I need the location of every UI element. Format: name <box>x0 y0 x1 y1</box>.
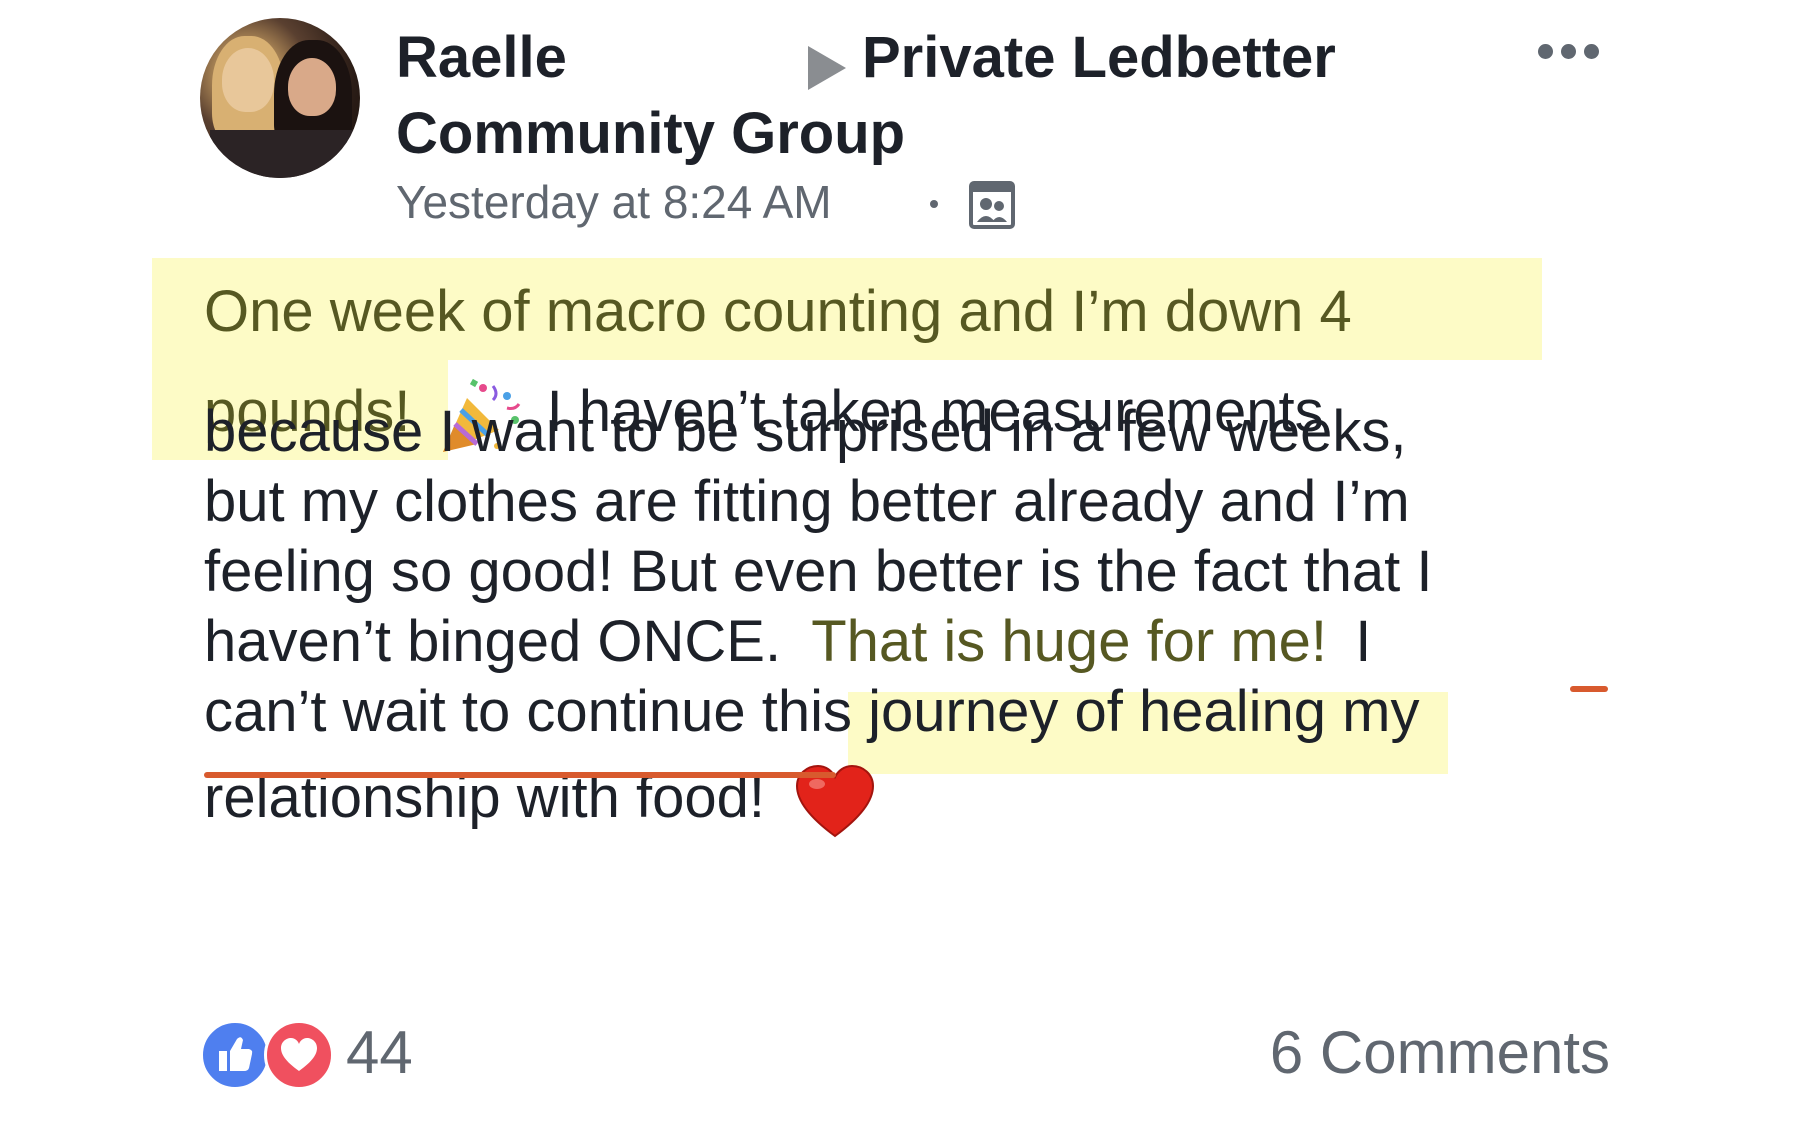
post-timestamp[interactable]: Yesterday at 8:24 AM <box>396 172 832 232</box>
more-dot <box>1584 44 1599 59</box>
avatar-shirt <box>210 130 360 178</box>
like-reaction-icon <box>200 1020 270 1090</box>
group-members-icon <box>969 181 1015 229</box>
right-arrow-icon <box>808 46 846 90</box>
author-avatar[interactable] <box>200 18 360 178</box>
avatar-face-left <box>222 48 274 112</box>
underline-mark <box>1570 686 1608 692</box>
body-line: can’t wait to continue this journey of h… <box>204 679 1420 744</box>
more-dot <box>1538 44 1553 59</box>
body-line: relationship with food! <box>204 758 875 840</box>
group-name-link[interactable]: Private Ledbetter <box>862 20 1336 96</box>
body-text-underlined: haven’t binged ONCE. <box>204 609 782 674</box>
more-dot <box>1561 44 1576 59</box>
body-line: One week of macro counting and I’m down … <box>204 279 1352 344</box>
body-line: but my clothes are fitting better alread… <box>204 469 1410 534</box>
reaction-count: 44 <box>346 1019 413 1086</box>
comments-link[interactable]: 6 Comments <box>1270 1020 1610 1086</box>
more-options-icon[interactable] <box>1538 44 1599 59</box>
body-line: feeling so good! But even better is the … <box>204 539 1433 604</box>
separator-dot <box>930 200 938 208</box>
body-line: haven’t binged ONCE. That is huge for me… <box>204 602 1371 682</box>
underline-mark <box>204 772 836 778</box>
body-text-highlighted: That is huge for me! <box>811 609 1328 674</box>
body-text: I <box>1355 609 1372 674</box>
author-name-link[interactable]: Raelle <box>396 20 567 96</box>
group-name-link-line2[interactable]: Community Group <box>396 96 905 172</box>
avatar-face-right <box>288 58 336 116</box>
love-reaction-icon <box>264 1020 334 1090</box>
body-line: because I want to be surprised in a few … <box>204 399 1407 464</box>
